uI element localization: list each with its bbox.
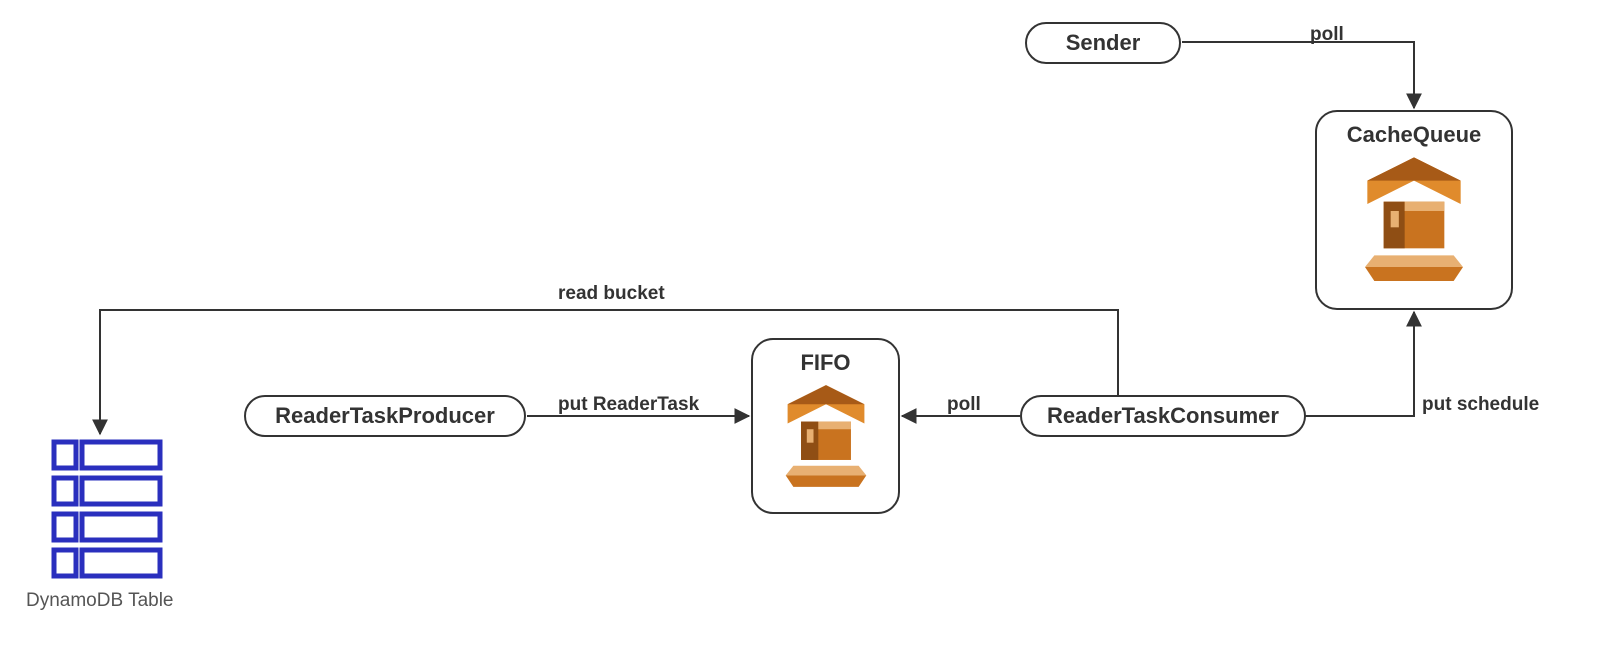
sqs-icon (778, 376, 874, 494)
sqs-icon (1355, 148, 1473, 288)
node-readertaskproducer: ReaderTaskProducer (244, 395, 526, 437)
edge-label-producer-to-fifo: put ReaderTask (558, 394, 699, 416)
edge-sender-to-cachequeue (1182, 42, 1414, 108)
node-dynamodb-label: DynamoDB Table (26, 590, 174, 612)
edge-label-consumer-to-fifo: poll (947, 394, 981, 416)
node-readertaskconsumer-label: ReaderTaskConsumer (1047, 403, 1279, 429)
node-dynamodb (48, 436, 166, 586)
node-cachequeue-label: CacheQueue (1331, 122, 1497, 148)
node-fifo-label: FIFO (767, 350, 884, 376)
edge-consumer-to-cachequeue (1286, 312, 1414, 416)
node-sender-label: Sender (1066, 30, 1141, 56)
edge-label-sender-to-cache: poll (1310, 24, 1344, 46)
edge-label-consumer-to-cache: put schedule (1422, 394, 1539, 416)
node-sender: Sender (1025, 22, 1181, 64)
node-cachequeue: CacheQueue (1315, 110, 1513, 310)
node-fifo: FIFO (751, 338, 900, 514)
node-readertaskproducer-label: ReaderTaskProducer (275, 403, 495, 429)
dynamodb-table-icon (48, 436, 166, 586)
node-readertaskconsumer: ReaderTaskConsumer (1020, 395, 1306, 437)
edge-label-consumer-to-dynamo: read bucket (558, 283, 665, 305)
connectors-layer (0, 0, 1612, 652)
